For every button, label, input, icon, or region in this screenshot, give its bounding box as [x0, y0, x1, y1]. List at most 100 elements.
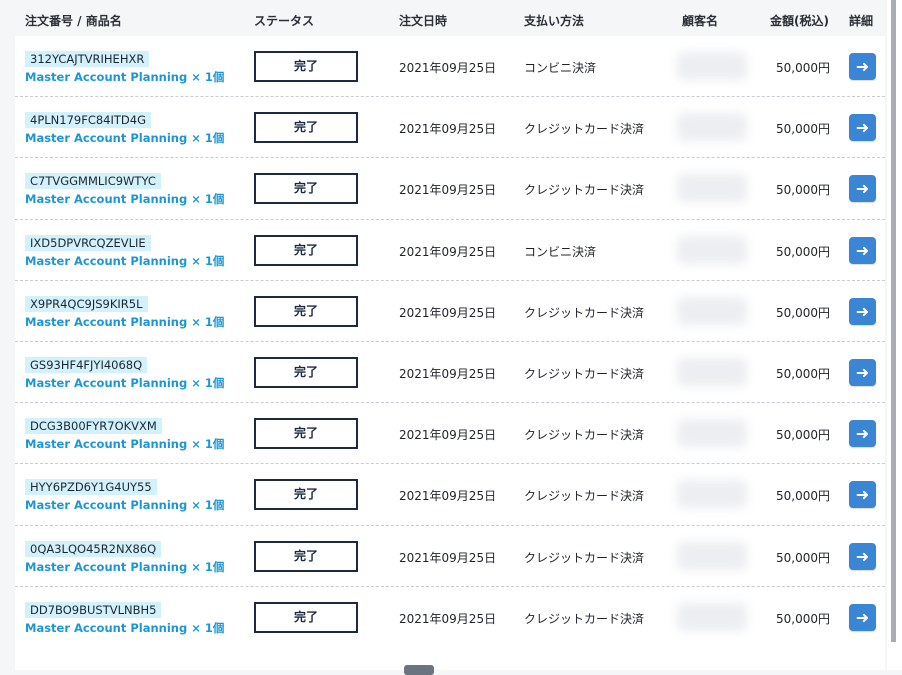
- order-id: DD7BO9BUSTVLNBH5: [25, 601, 162, 618]
- payment-method: クレジットカード決済: [524, 489, 645, 504]
- order-date: 2021年09月25日: [399, 489, 497, 504]
- customer-name-redacted: [677, 357, 747, 386]
- table-header: 注文番号 / 商品名 ステータス 注文日時 支払い方法 顧客名 金額(税込) 詳…: [15, 0, 885, 36]
- order-date: 2021年09月25日: [399, 61, 497, 75]
- order-id: 4PLN179FC84ITD4G: [25, 112, 151, 129]
- status-badge: 完了: [254, 601, 358, 633]
- amount: 50,000円: [776, 61, 830, 75]
- header-customer: 顧客名: [682, 14, 719, 28]
- arrow-right-icon: ➜: [855, 179, 870, 199]
- status-badge: 完了: [254, 418, 358, 450]
- header-detail: 詳細: [848, 14, 873, 28]
- table-row: HYY6PZD6Y1G4UY55 Master Account Planning…: [15, 464, 885, 526]
- arrow-right-icon: ➜: [855, 546, 870, 566]
- customer-name-redacted: [677, 113, 747, 142]
- customer-name-redacted: [677, 296, 747, 325]
- status-badge: 完了: [254, 51, 358, 82]
- detail-button[interactable]: ➜: [849, 297, 876, 325]
- order-date: 2021年09月25日: [399, 244, 497, 259]
- arrow-right-icon: ➜: [855, 118, 870, 138]
- order-date: 2021年09月25日: [399, 305, 497, 320]
- product-link[interactable]: Master Account Planning × 1個: [25, 436, 224, 452]
- status-badge: 完了: [254, 234, 358, 266]
- status-badge: 完了: [254, 356, 358, 388]
- order-id: X9PR4QC9JS9KIR5L: [25, 295, 148, 312]
- table-row: DD7BO9BUSTVLNBH5 Master Account Planning…: [15, 587, 885, 648]
- detail-button[interactable]: ➜: [849, 603, 876, 631]
- product-link[interactable]: Master Account Planning × 1個: [25, 130, 224, 146]
- table-row: GS93HF4FJYI4068Q Master Account Planning…: [15, 342, 885, 404]
- payment-method: クレジットカード決済: [524, 428, 645, 443]
- table-row: IXD5DPVRCQZEVLIE Master Account Planning…: [15, 220, 885, 281]
- detail-button[interactable]: ➜: [849, 358, 876, 386]
- product-link[interactable]: Master Account Planning × 1個: [25, 69, 224, 85]
- payment-method: クレジットカード決済: [524, 183, 645, 198]
- product-link[interactable]: Master Account Planning × 1個: [25, 497, 224, 513]
- amount: 50,000円: [776, 550, 830, 565]
- product-link[interactable]: Master Account Planning × 1個: [25, 253, 224, 269]
- status-badge: 完了: [254, 295, 358, 327]
- status-badge: 完了: [254, 479, 358, 511]
- order-date: 2021年09月25日: [399, 183, 497, 198]
- amount: 50,000円: [776, 244, 830, 259]
- status-badge: 完了: [254, 173, 358, 205]
- scrollbar[interactable]: [891, 0, 896, 642]
- header-status: ステータス: [254, 14, 315, 28]
- status-badge: 完了: [254, 540, 358, 572]
- header-payment: 支払い方法: [524, 14, 585, 28]
- payment-method: クレジットカード決済: [524, 550, 645, 565]
- status-badge: 完了: [254, 112, 358, 144]
- amount: 50,000円: [776, 611, 830, 626]
- detail-button[interactable]: ➜: [849, 481, 876, 509]
- customer-name-redacted: [677, 52, 747, 80]
- order-id: 0QA3LQO45R2NX86Q: [25, 540, 162, 557]
- table-row: X9PR4QC9JS9KIR5L Master Account Planning…: [15, 281, 885, 342]
- order-id: C7TVGGMMLIC9WTYC: [25, 173, 161, 190]
- order-id: GS93HF4FJYI4068Q: [25, 356, 148, 373]
- payment-method: クレジットカード決済: [524, 611, 645, 626]
- amount: 50,000円: [776, 489, 830, 504]
- arrow-right-icon: ➜: [855, 485, 870, 505]
- product-link[interactable]: Master Account Planning × 1個: [25, 191, 224, 207]
- payment-method: クレジットカード決済: [524, 122, 645, 137]
- product-link[interactable]: Master Account Planning × 1個: [25, 314, 224, 330]
- arrow-right-icon: ➜: [855, 301, 870, 321]
- order-id: DCG3B00FYR7OKVXM: [25, 418, 162, 435]
- arrow-right-icon: ➜: [855, 424, 870, 444]
- order-date: 2021年09月25日: [399, 428, 497, 443]
- product-link[interactable]: Master Account Planning × 1個: [25, 375, 224, 391]
- table-row: 0QA3LQO45R2NX86Q Master Account Planning…: [15, 526, 885, 587]
- detail-button[interactable]: ➜: [849, 114, 876, 142]
- pagination-current[interactable]: [404, 665, 434, 675]
- detail-button[interactable]: ➜: [849, 175, 876, 203]
- amount: 50,000円: [776, 183, 830, 198]
- detail-button[interactable]: ➜: [849, 542, 876, 570]
- order-id: 312YCAJTVRIHEHXR: [25, 51, 150, 67]
- order-date: 2021年09月25日: [399, 366, 497, 381]
- header-date: 注文日時: [399, 14, 448, 28]
- customer-name-redacted: [677, 541, 747, 570]
- customer-name-redacted: [677, 602, 747, 631]
- payment-method: クレジットカード決済: [524, 366, 645, 381]
- table-row: DCG3B00FYR7OKVXM Master Account Planning…: [15, 403, 885, 465]
- orders-panel: 注文番号 / 商品名 ステータス 注文日時 支払い方法 顧客名 金額(税込) 詳…: [15, 0, 885, 670]
- product-link[interactable]: Master Account Planning × 1個: [25, 559, 224, 575]
- detail-button[interactable]: ➜: [849, 420, 876, 448]
- detail-button[interactable]: ➜: [849, 53, 876, 80]
- customer-name-redacted: [677, 174, 747, 203]
- detail-button[interactable]: ➜: [849, 236, 876, 264]
- product-link[interactable]: Master Account Planning × 1個: [25, 620, 224, 636]
- amount: 50,000円: [776, 122, 830, 137]
- table-row: C7TVGGMMLIC9WTYC Master Account Planning…: [15, 158, 885, 220]
- arrow-right-icon: ➜: [855, 607, 870, 627]
- amount: 50,000円: [776, 305, 830, 320]
- order-date: 2021年09月25日: [399, 550, 497, 565]
- window-edge: [887, 0, 902, 670]
- arrow-right-icon: ➜: [855, 240, 870, 260]
- order-id: HYY6PZD6Y1G4UY55: [25, 479, 157, 496]
- customer-name-redacted: [677, 235, 747, 264]
- customer-name-redacted: [677, 480, 747, 509]
- order-date: 2021年09月25日: [399, 611, 497, 626]
- payment-method: コンビニ決済: [524, 61, 597, 75]
- order-date: 2021年09月25日: [399, 122, 497, 137]
